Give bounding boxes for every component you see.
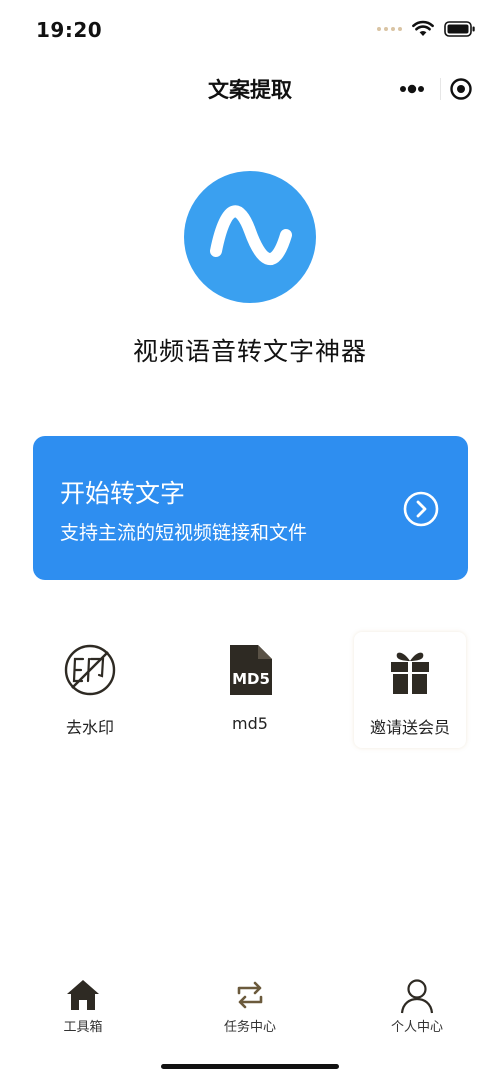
- tab-toolbox[interactable]: 工具箱: [13, 970, 153, 1040]
- start-transcribe-card[interactable]: 开始转文字 支持主流的短视频链接和文件: [33, 436, 468, 580]
- cellular-signal-icon: [377, 26, 402, 31]
- tab-task-center[interactable]: 任务中心: [180, 970, 320, 1040]
- tool-invite-member[interactable]: 邀请送会员: [354, 632, 466, 748]
- wifi-icon: [412, 20, 434, 36]
- md5-file-icon: MD5: [230, 645, 272, 695]
- user-icon: [400, 979, 434, 1014]
- more-dots-icon: [400, 84, 424, 94]
- chevron-right-circle-icon: [403, 491, 439, 527]
- home-indicator: [161, 1064, 339, 1069]
- status-time: 19:20: [36, 18, 103, 42]
- tab-bar: 工具箱 任务中心 个人中心: [0, 970, 500, 1040]
- home-icon: [67, 980, 99, 1010]
- close-mini-program-button[interactable]: [441, 72, 480, 106]
- nav-bar: 文案提取: [0, 60, 500, 118]
- gift-icon: [391, 652, 429, 694]
- tab-label-task-center: 任务中心: [223, 1020, 276, 1035]
- tool-md5[interactable]: MD5 md5: [194, 632, 306, 748]
- tools-grid: 去水印 MD5 md5 邀请送会员: [0, 632, 500, 748]
- mini-program-capsule: [384, 72, 480, 106]
- app-slogan: 视频语音转文字神器: [132, 337, 367, 366]
- no-watermark-icon: [64, 644, 116, 696]
- target-close-icon: [449, 78, 472, 100]
- swap-arrows-icon: [237, 981, 263, 1009]
- tool-remove-watermark[interactable]: 去水印: [34, 632, 146, 748]
- app-logo: [184, 171, 316, 303]
- status-indicators: [377, 20, 476, 37]
- start-card-subtitle: 支持主流的短视频链接和文件: [60, 522, 308, 544]
- status-bar: 19:20: [0, 0, 500, 60]
- tool-label-md5: md5: [232, 714, 268, 733]
- tab-label-toolbox: 工具箱: [63, 1020, 103, 1035]
- waveform-logo-icon: [210, 205, 292, 265]
- svg-text:MD5: MD5: [232, 670, 270, 688]
- more-button[interactable]: [384, 72, 440, 106]
- tab-profile[interactable]: 个人中心: [347, 970, 487, 1040]
- start-card-title: 开始转文字: [60, 479, 186, 508]
- tool-label-invite-member: 邀请送会员: [369, 718, 450, 737]
- battery-icon: [444, 20, 475, 37]
- tab-label-profile: 个人中心: [390, 1020, 443, 1035]
- tool-label-remove-watermark: 去水印: [65, 718, 114, 737]
